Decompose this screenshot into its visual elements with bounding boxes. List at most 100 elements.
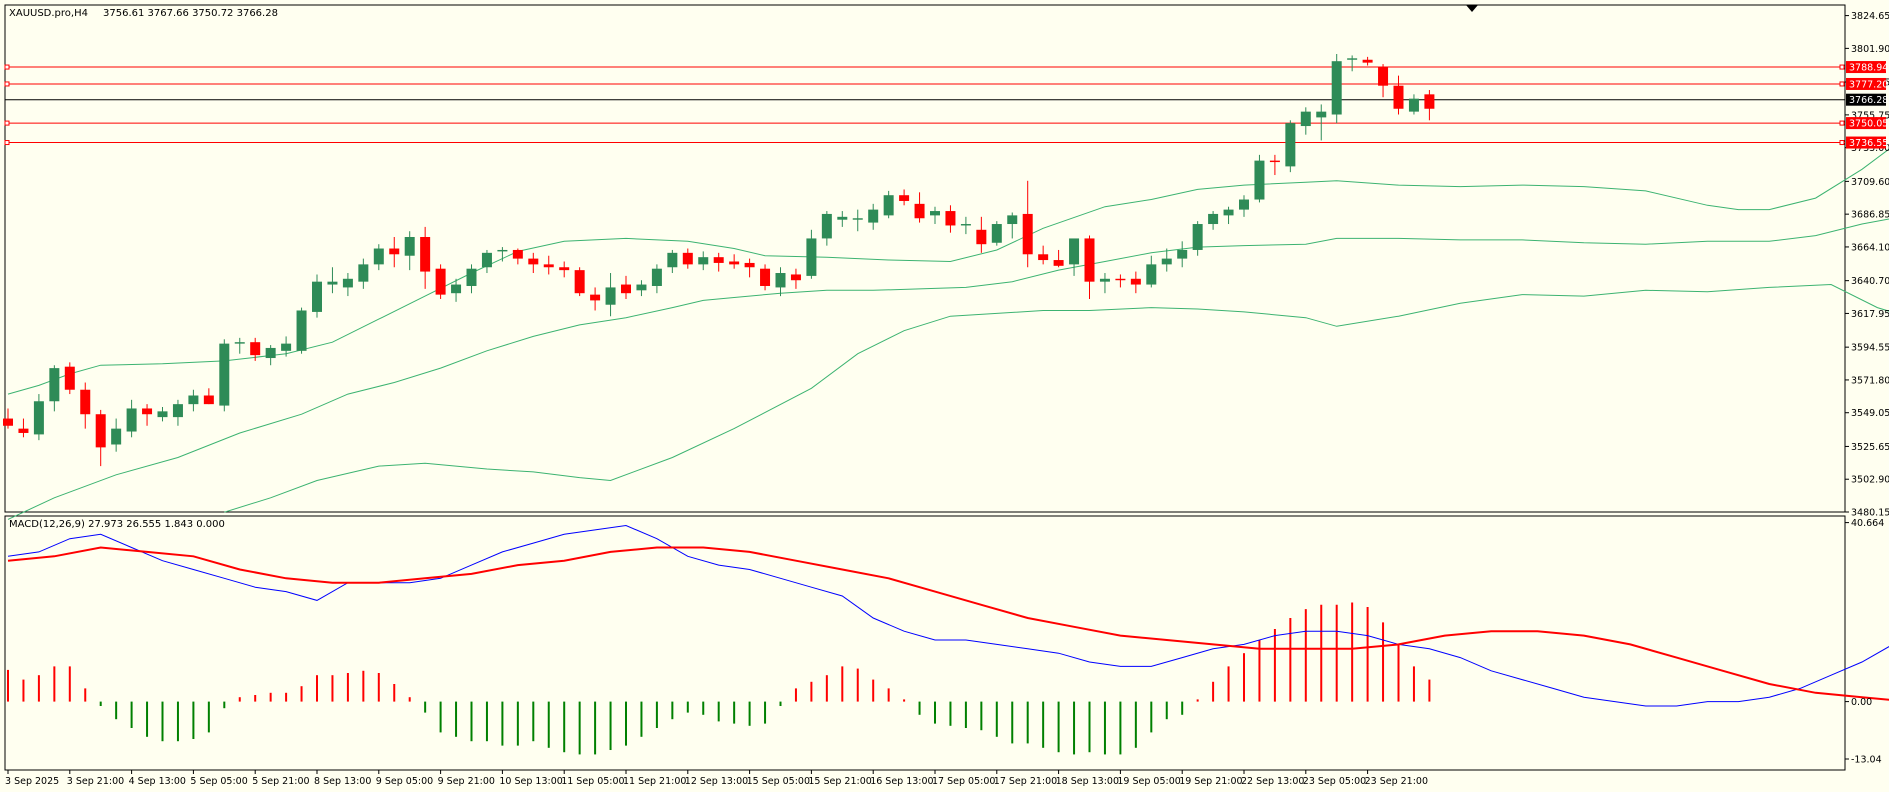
time-tick-label: 16 Sep 13:00 xyxy=(870,776,933,787)
hline-left-marker xyxy=(4,81,10,87)
candle-body xyxy=(760,268,771,286)
time-tick-label: 9 Sep 05:00 xyxy=(376,776,433,787)
price-tick-label: 3549.05 xyxy=(1851,408,1889,419)
time-tick-label: 4 Sep 13:00 xyxy=(129,776,186,787)
time-tick-label: 23 Sep 21:00 xyxy=(1365,776,1428,787)
candle-body xyxy=(682,252,693,265)
price-tick-label: 3525.65 xyxy=(1851,442,1889,453)
candle-body xyxy=(420,236,431,272)
candle-body xyxy=(667,252,678,268)
hline-left-marker xyxy=(4,140,10,146)
candle-body xyxy=(466,268,477,286)
hline-right-marker xyxy=(1839,140,1845,146)
candle-body xyxy=(312,281,322,312)
candle-body xyxy=(930,211,940,216)
hline-price-tag-label: 3750.05 xyxy=(1849,119,1888,130)
chart-background xyxy=(0,0,1889,792)
candle-body xyxy=(1378,66,1389,86)
candle-body xyxy=(142,408,153,415)
time-tick-label: 12 Sep 13:00 xyxy=(685,776,748,787)
candle-body xyxy=(852,218,863,220)
ohlc-readout: 3756.61 3767.66 3750.72 3766.28 xyxy=(103,8,278,19)
time-tick-label: 5 Sep 05:00 xyxy=(190,776,247,787)
hline-left-marker xyxy=(4,64,10,70)
hline-right-marker xyxy=(1839,120,1845,126)
candle-body xyxy=(574,270,585,294)
candle-body xyxy=(991,224,1002,243)
candle-body xyxy=(219,343,230,406)
current-price-tag-label: 3766.28 xyxy=(1849,95,1888,106)
candle-body xyxy=(33,401,44,435)
candle-body xyxy=(651,268,662,286)
candle-body xyxy=(605,287,616,305)
candle-body xyxy=(960,224,971,226)
price-tick-label: 3480.15 xyxy=(1851,508,1889,519)
price-tick-label: 3617.95 xyxy=(1851,309,1889,320)
candle-body xyxy=(1146,264,1157,285)
candle-body xyxy=(157,411,168,418)
candle-body xyxy=(1331,61,1342,115)
candle-body xyxy=(1269,160,1280,163)
candle-body xyxy=(95,414,106,448)
candle-body xyxy=(203,395,214,405)
candle-body xyxy=(590,294,601,301)
candle-body xyxy=(126,408,137,432)
time-tick-label: 15 Sep 05:00 xyxy=(747,776,810,787)
hline-left-marker xyxy=(4,120,10,126)
candle-body xyxy=(636,284,647,291)
candle-body xyxy=(868,209,879,223)
candle-body xyxy=(899,195,910,201)
candle-body xyxy=(111,428,122,445)
candle-body xyxy=(1208,213,1219,225)
candle-body xyxy=(1316,111,1327,118)
time-tick-label: 19 Sep 05:00 xyxy=(1117,776,1180,787)
time-tick-label: 9 Sep 21:00 xyxy=(438,776,495,787)
candle-body xyxy=(234,342,245,344)
candle-body xyxy=(1069,238,1080,265)
candle-body xyxy=(1177,249,1188,259)
candle-body xyxy=(1393,85,1404,109)
candle-body xyxy=(49,368,60,402)
hline-price-tag-label: 3788.94 xyxy=(1849,63,1888,74)
candle-body xyxy=(1115,278,1126,281)
candle-body xyxy=(945,211,956,226)
time-tick-label: 3 Sep 21:00 xyxy=(67,776,124,787)
macd-tick-label: 0.00 xyxy=(1851,697,1872,708)
candle-body xyxy=(18,428,29,433)
candle-body xyxy=(713,257,724,263)
candle-body xyxy=(327,281,338,285)
candle-body xyxy=(512,249,523,259)
candle-body xyxy=(1424,94,1435,109)
time-tick-label: 19 Sep 21:00 xyxy=(1179,776,1242,787)
candle-body xyxy=(1161,258,1172,265)
candle-body xyxy=(1300,111,1311,127)
candle-body xyxy=(1285,123,1296,167)
price-tick-label: 3594.55 xyxy=(1851,343,1889,354)
symbol-label: XAUUSD.pro,H4 xyxy=(9,8,88,19)
candle-body xyxy=(358,264,369,282)
candle-body xyxy=(1007,215,1018,225)
price-tick-label: 3801.90 xyxy=(1851,44,1889,55)
price-tick-label: 3640.70 xyxy=(1851,276,1889,287)
time-tick-label: 23 Sep 05:00 xyxy=(1303,776,1366,787)
hline-price-tag-label: 3777.20 xyxy=(1849,79,1888,90)
time-tick-label: 11 Sep 21:00 xyxy=(623,776,686,787)
candle-body xyxy=(172,404,183,418)
candle-body xyxy=(3,418,13,426)
candle-body xyxy=(1239,199,1249,210)
candle-body xyxy=(373,248,384,265)
candle-body xyxy=(389,248,400,255)
candle-body xyxy=(497,249,508,252)
candle-body xyxy=(265,347,276,359)
candle-body xyxy=(188,395,199,405)
candle-body xyxy=(528,258,539,265)
time-tick-label: 3 Sep 2025 xyxy=(5,776,59,787)
candle-body xyxy=(744,262,755,268)
price-tick-label: 3502.90 xyxy=(1851,475,1889,486)
candle-body xyxy=(543,264,554,268)
candle-body xyxy=(914,203,925,219)
candle-body xyxy=(1099,278,1110,282)
price-tick-label: 3686.85 xyxy=(1851,210,1889,221)
chart-canvas[interactable]: 3824.653801.903778.553755.753733.003709.… xyxy=(0,0,1889,792)
candle-body xyxy=(883,195,894,216)
